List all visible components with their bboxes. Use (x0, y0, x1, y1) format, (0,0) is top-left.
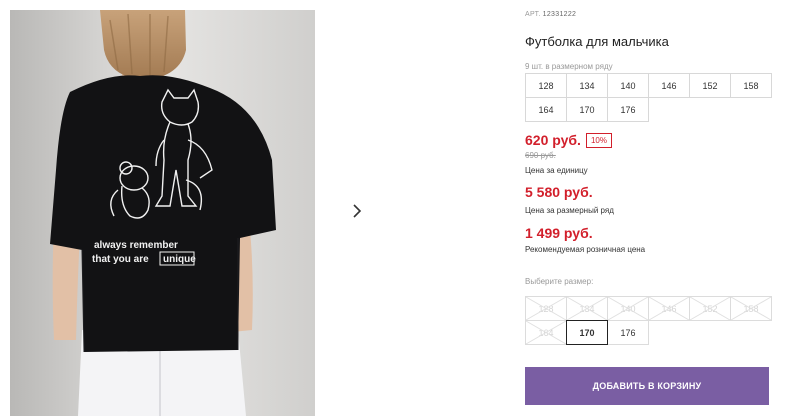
chevron-right-icon (351, 203, 363, 224)
size-cell: 140 (607, 73, 649, 98)
size-cell: 170 (566, 97, 608, 122)
add-to-cart-button[interactable]: ДОБАВИТЬ В КОРЗИНУ (525, 367, 769, 405)
size-option-disabled: 152 (689, 296, 731, 321)
row-price: 5 580 руб. (525, 184, 593, 200)
size-picker: 128 134 140 146 152 158 164 170 (525, 296, 773, 345)
size-option-label: 176 (620, 327, 636, 338)
size-option-disabled: 164 (525, 320, 567, 345)
print-line-2: that you are (92, 254, 149, 265)
size-option-disabled: 146 (648, 296, 690, 321)
print-word: unique (163, 254, 196, 265)
size-cell: 134 (566, 73, 608, 98)
size-option-label: 170 (579, 327, 595, 338)
size-option[interactable]: 176 (607, 320, 649, 345)
unit-price-label: Цена за единицу (525, 166, 588, 175)
old-price: 690 руб. (525, 151, 556, 160)
sku: АРТ. 12331222 (525, 11, 576, 18)
product-gallery: always remember that you are unique (0, 0, 500, 416)
size-option-disabled: 128 (525, 296, 567, 321)
row-price-label: Цена за размерный ряд (525, 206, 614, 215)
retail-price: 1 499 руб. (525, 225, 593, 241)
product-photo[interactable]: always remember that you are unique (10, 10, 315, 416)
size-option-disabled: 134 (566, 296, 608, 321)
sku-label: АРТ. (525, 11, 541, 18)
unit-price: 620 руб. 10% (525, 132, 612, 148)
size-cell: 176 (607, 97, 649, 122)
price-value: 620 руб. (525, 132, 581, 148)
size-cell: 146 (648, 73, 690, 98)
size-row-grid: 128 134 140 146 152 158 164 170 176 (525, 73, 773, 122)
print-line-1: always remember (94, 240, 178, 251)
size-option-disabled: 158 (730, 296, 772, 321)
size-option-selected[interactable]: 170 (566, 320, 608, 345)
size-row-note: 9 шт. в размерном ряду (525, 62, 613, 71)
photo-illustration: always remember that you are unique (10, 10, 315, 416)
size-cell: 164 (525, 97, 567, 122)
size-cell: 128 (525, 73, 567, 98)
next-image-button[interactable] (338, 194, 376, 232)
retail-price-label: Рекомендуемая розничная цена (525, 245, 646, 254)
size-option-disabled: 140 (607, 296, 649, 321)
size-cell: 152 (689, 73, 731, 98)
product-title: Футболка для мальчика (525, 34, 669, 49)
choose-size-label: Выберите размер: (525, 277, 594, 286)
size-cell: 158 (730, 73, 772, 98)
sku-value: 12331222 (542, 11, 577, 18)
discount-badge: 10% (585, 132, 612, 148)
